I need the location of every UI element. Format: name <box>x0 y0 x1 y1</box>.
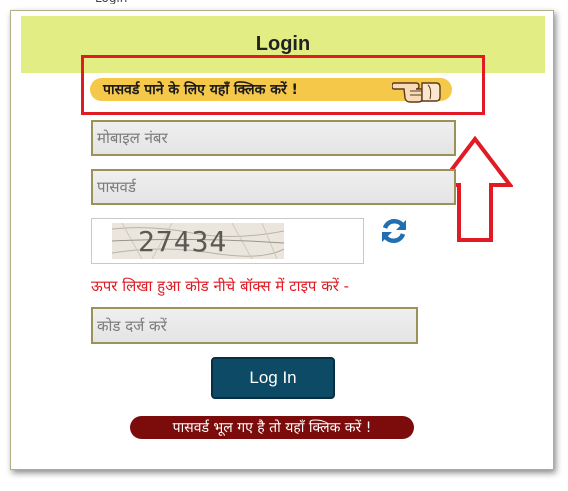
clipped-top-text: Login <box>95 0 135 4</box>
password-input[interactable]: पासवर्ड <box>91 169 456 205</box>
login-button[interactable]: Log In <box>211 357 335 399</box>
captcha-text: 27434 <box>138 225 228 258</box>
captcha-image: 27434 <box>112 223 284 259</box>
mobile-number-input[interactable]: मोबाइल नंबर <box>91 120 456 156</box>
forgot-password-link-top[interactable]: पासवर्ड पाने के लिए यहाँ क्लिक करें ! <box>90 78 452 103</box>
captcha-code-input[interactable]: कोड दर्ज करें <box>91 307 418 344</box>
captcha-code-placeholder: कोड दर्ज करें <box>97 316 167 335</box>
refresh-icon[interactable] <box>379 216 409 246</box>
pointing-hand-icon <box>392 82 441 103</box>
forgot-password-link-bottom[interactable]: पासवर्ड भूल गए है तो यहाँ क्लिक करें ! <box>130 416 414 439</box>
page-title: Login <box>255 33 311 55</box>
password-placeholder: पासवर्ड <box>97 178 136 196</box>
mobile-number-placeholder: मोबाइल नंबर <box>97 129 168 147</box>
captcha-hint-text: ऊपर लिखा हुआ कोड नीचे बॉक्स में टाइप करे… <box>91 277 350 295</box>
forgot-password-link-top-label: पासवर्ड पाने के लिए यहाँ क्लिक करें ! <box>103 82 298 98</box>
captcha-box: 27434 <box>91 218 364 264</box>
